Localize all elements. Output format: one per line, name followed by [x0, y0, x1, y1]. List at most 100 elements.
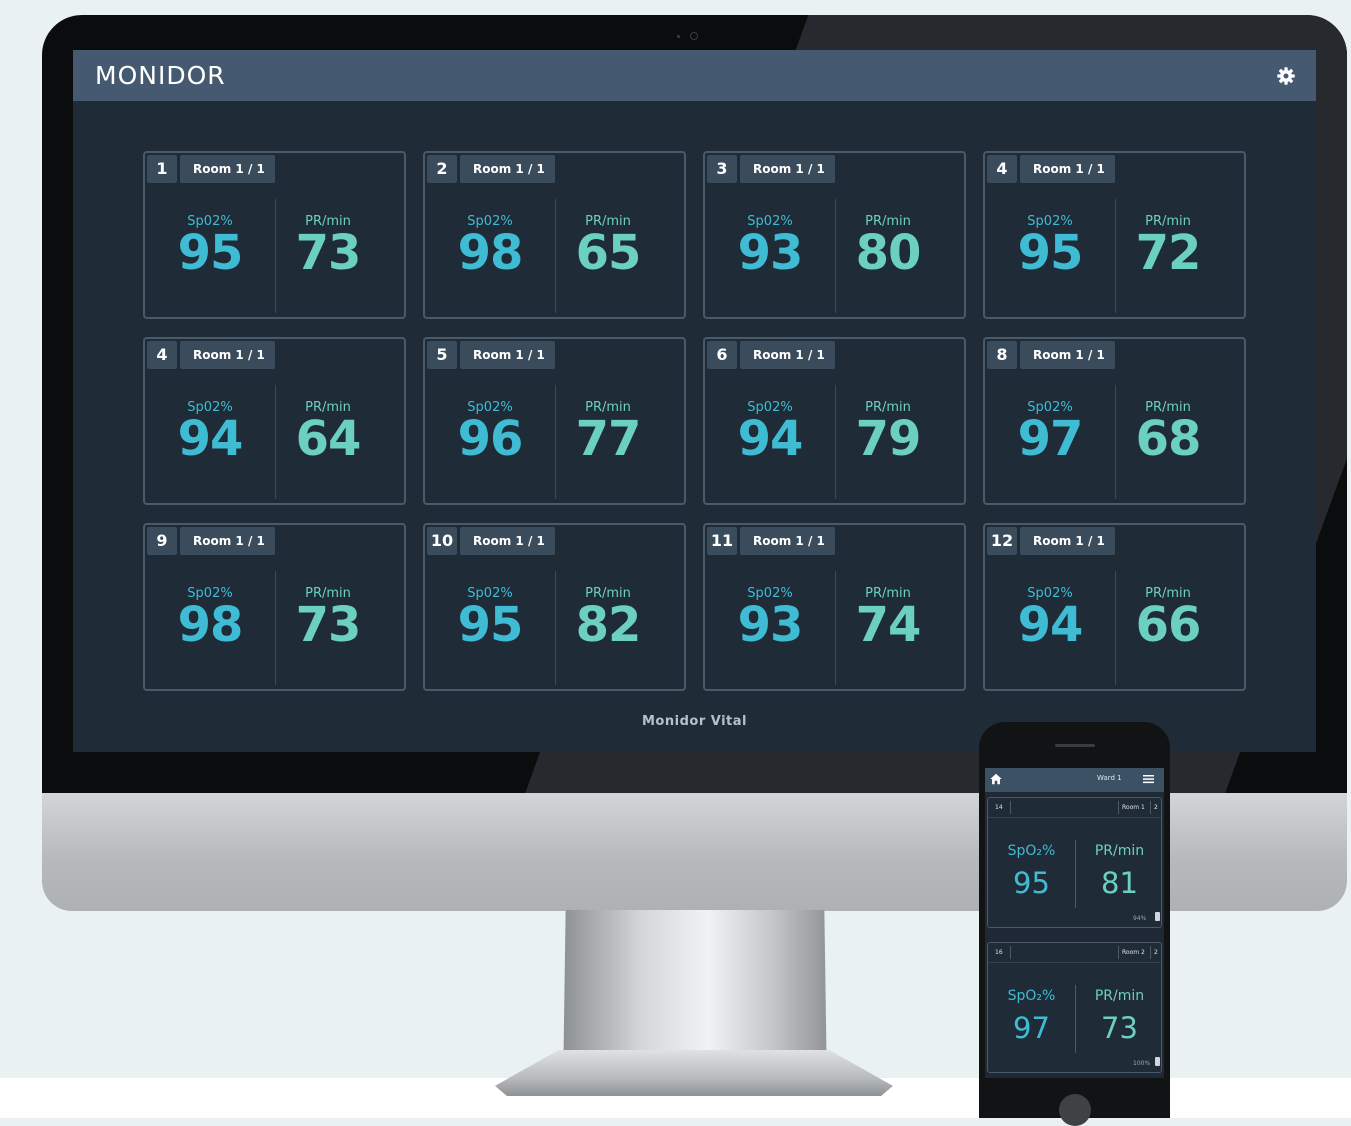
- room-label: Room 1 / 1: [180, 341, 275, 369]
- webcam-icon: [690, 32, 698, 40]
- phone-device: Ward 1 14 Room 1 2 SpO₂% 95 PR/min 81 94% 16 Room…: [979, 722, 1170, 1126]
- room-label: Room 1 / 1: [460, 527, 555, 555]
- phone-card-header: 16 Room 2 2: [988, 943, 1161, 963]
- spo2-value: 95: [177, 225, 244, 281]
- bed-number: 6: [707, 341, 737, 369]
- pulse-rate-value: 77: [575, 411, 642, 467]
- room-label: Room 1 / 1: [1020, 527, 1115, 555]
- room-label: Room 1 / 1: [1020, 341, 1115, 369]
- battery-level: 100%: [1133, 1060, 1151, 1067]
- spo2-value: 93: [737, 225, 804, 281]
- gear-icon[interactable]: [1276, 66, 1296, 86]
- pulse-rate-value: 73: [295, 597, 362, 653]
- phone-header: Ward 1: [985, 768, 1164, 792]
- bed-number: 1: [147, 155, 177, 183]
- patient-card[interactable]: 10 Room 1 / 1 Sp02% 95 PR/min 82: [423, 523, 686, 691]
- patient-card[interactable]: 4 Room 1 / 1 Sp02% 95 PR/min 72: [983, 151, 1246, 319]
- room-label: Room 1 / 1: [740, 527, 835, 555]
- patient-card[interactable]: 2 Room 1 / 1 Sp02% 98 PR/min 65: [423, 151, 686, 319]
- phone-screen: Ward 1 14 Room 1 2 SpO₂% 95 PR/min 81 94% 16 Room…: [985, 768, 1164, 1078]
- bed-number: 10: [427, 527, 457, 555]
- battery-icon: [1155, 1057, 1160, 1066]
- spo2-label: SpO₂%: [1007, 988, 1056, 1004]
- phone-home-button[interactable]: [1059, 1094, 1091, 1126]
- patient-card[interactable]: 4 Room 1 / 1 Sp02% 94 PR/min 64: [143, 337, 406, 505]
- pulse-rate-value: 80: [855, 225, 922, 281]
- bed-number: 12: [987, 527, 1017, 555]
- pulse-rate-value: 73: [295, 225, 362, 281]
- patient-card[interactable]: 12 Room 1 / 1 Sp02% 94 PR/min 66: [983, 523, 1246, 691]
- battery-level: 94%: [1133, 915, 1147, 922]
- ward-label: Ward 1: [1097, 774, 1122, 782]
- pulse-rate-label: PR/min: [1094, 988, 1145, 1004]
- bed-number: 2: [427, 155, 457, 183]
- divider: [1010, 801, 1011, 814]
- spo2-value: 98: [177, 597, 244, 653]
- spo2-value: 95: [1017, 225, 1084, 281]
- bed-number: 9: [147, 527, 177, 555]
- sensor-dot: [677, 35, 680, 38]
- room-label: Room 1 / 1: [460, 155, 555, 183]
- patient-card[interactable]: 1 Room 1 / 1 Sp02% 95 PR/min 73: [143, 151, 406, 319]
- bed-number: 3: [707, 155, 737, 183]
- spo2-value: 97: [1017, 411, 1084, 467]
- spo2-label: SpO₂%: [1007, 843, 1056, 859]
- room-label: Room 1 / 1: [460, 341, 555, 369]
- spo2-value: 94: [737, 411, 804, 467]
- patient-card[interactable]: 6 Room 1 / 1 Sp02% 94 PR/min 79: [703, 337, 966, 505]
- app-header: MONIDOR: [73, 50, 1316, 101]
- patient-card[interactable]: 3 Room 1 / 1 Sp02% 93 PR/min 80: [703, 151, 966, 319]
- monitor-stand-base: [495, 1050, 893, 1096]
- pulse-rate-value: 73: [1101, 1011, 1138, 1045]
- bed-label: 2: [1154, 949, 1158, 956]
- divider: [1150, 946, 1151, 959]
- pulse-rate-value: 66: [1135, 597, 1202, 653]
- phone-patient-card[interactable]: 16 Room 2 2 SpO₂% 97 PR/min 73 100%: [987, 942, 1162, 1073]
- spo2-value: 96: [457, 411, 524, 467]
- bed-number: 4: [987, 155, 1017, 183]
- spo2-value: 95: [457, 597, 524, 653]
- bed-number: 8: [987, 341, 1017, 369]
- pulse-rate-value: 65: [575, 225, 642, 281]
- spo2-value: 95: [1013, 866, 1050, 900]
- bed-label: 2: [1154, 804, 1158, 811]
- room-label: Room 1: [1122, 804, 1145, 811]
- spo2-value: 97: [1013, 1011, 1050, 1045]
- bed-number: 16: [995, 949, 1003, 956]
- spo2-value: 98: [457, 225, 524, 281]
- room-label: Room 1 / 1: [180, 527, 275, 555]
- divider: [1150, 801, 1151, 814]
- room-label: Room 1 / 1: [1020, 155, 1115, 183]
- battery-icon: [1155, 912, 1160, 921]
- room-label: Room 2: [1122, 949, 1145, 956]
- phone-card-header: 14 Room 1 2: [988, 798, 1161, 818]
- pulse-rate-value: 82: [575, 597, 642, 653]
- pulse-rate-value: 64: [295, 411, 362, 467]
- pulse-rate-value: 79: [855, 411, 922, 467]
- bed-number: 4: [147, 341, 177, 369]
- divider: [1010, 946, 1011, 959]
- room-label: Room 1 / 1: [180, 155, 275, 183]
- bed-number: 11: [707, 527, 737, 555]
- phone-speaker: [1055, 744, 1095, 747]
- bed-number: 5: [427, 341, 457, 369]
- app-title: MONIDOR: [95, 61, 226, 90]
- pulse-rate-value: 81: [1101, 866, 1138, 900]
- bed-number: 14: [995, 804, 1003, 811]
- pulse-rate-value: 72: [1135, 225, 1202, 281]
- spo2-value: 93: [737, 597, 804, 653]
- patient-card[interactable]: 8 Room 1 / 1 Sp02% 97 PR/min 68: [983, 337, 1246, 505]
- hamburger-menu-icon[interactable]: [1143, 774, 1154, 784]
- pulse-rate-value: 74: [855, 597, 922, 653]
- room-label: Room 1 / 1: [740, 155, 835, 183]
- patient-card[interactable]: 9 Room 1 / 1 Sp02% 98 PR/min 73: [143, 523, 406, 691]
- dashboard-screen: MONIDOR 1 Room 1 / 1 Sp02% 95 PR/min 73 2 Room …: [73, 50, 1316, 752]
- patient-card[interactable]: 5 Room 1 / 1 Sp02% 96 PR/min 77: [423, 337, 686, 505]
- phone-patient-card[interactable]: 14 Room 1 2 SpO₂% 95 PR/min 81 94%: [987, 797, 1162, 928]
- home-icon[interactable]: [989, 772, 1003, 786]
- spo2-value: 94: [1017, 597, 1084, 653]
- pulse-rate-label: PR/min: [1094, 843, 1145, 859]
- pulse-rate-value: 68: [1135, 411, 1202, 467]
- patient-card[interactable]: 11 Room 1 / 1 Sp02% 93 PR/min 74: [703, 523, 966, 691]
- divider: [1118, 801, 1119, 814]
